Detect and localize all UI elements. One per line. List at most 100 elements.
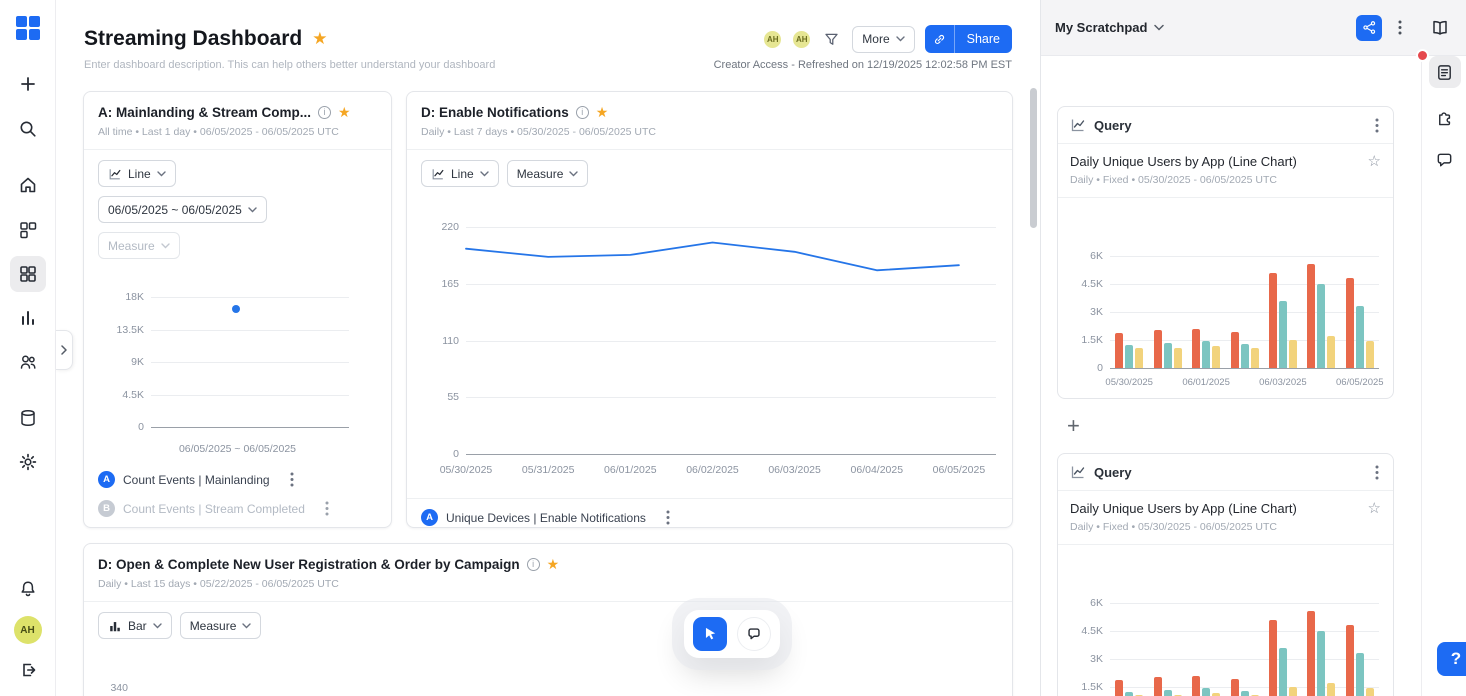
create-button[interactable]	[10, 66, 46, 102]
scratchpad-header: My Scratchpad	[1041, 0, 1466, 56]
kebab-menu-icon[interactable]	[1396, 18, 1404, 37]
y-tick-label: 4.5K	[122, 388, 144, 401]
measure-select[interactable]: Measure	[506, 160, 589, 187]
gridline	[151, 362, 349, 363]
bar-series-1	[1230, 331, 1239, 368]
card-title: A: Mainlanding & Stream Comp...	[98, 105, 312, 120]
gridline	[151, 329, 349, 331]
integrations-button[interactable]	[1429, 100, 1461, 132]
query-title[interactable]: Daily Unique Users by App (Line Chart)	[1070, 501, 1360, 517]
favorite-star-icon[interactable]: ★	[596, 104, 609, 121]
chevron-down-icon	[248, 206, 257, 212]
home-icon	[20, 177, 35, 193]
share-button[interactable]: Share	[954, 25, 1012, 53]
bar-series-1	[1192, 328, 1201, 368]
favorite-star-icon[interactable]: ★	[338, 104, 351, 121]
bar-series-1	[1345, 278, 1354, 368]
legend-item[interactable]: B Count Events | Stream Completed	[84, 494, 391, 523]
legend-item[interactable]: A Unique Devices | Enable Notifications	[407, 503, 1012, 532]
user-avatar[interactable]: AH	[13, 616, 42, 644]
search-button[interactable]	[10, 111, 46, 147]
scratchpad-body: Query Daily Unique Users by App (Line Ch…	[1041, 56, 1421, 696]
viewer-avatar[interactable]: AH	[763, 29, 783, 49]
sidebar-item-dashboards[interactable]	[9, 256, 46, 292]
kebab-menu-icon[interactable]	[1373, 463, 1381, 482]
chat-button[interactable]	[1429, 144, 1461, 176]
copy-link-button[interactable]	[924, 25, 955, 53]
info-icon[interactable]: i	[318, 106, 332, 119]
sidebar-item-home[interactable]	[10, 167, 46, 203]
sidebar-item-metrics[interactable]	[10, 300, 46, 336]
chart-type-select[interactable]: Bar	[98, 612, 172, 639]
docs-button[interactable]	[1428, 16, 1452, 40]
star-outline-icon[interactable]: ☆	[1368, 154, 1381, 170]
query-header-label: Query	[1094, 117, 1132, 133]
chevron-down-icon[interactable]	[1154, 24, 1165, 31]
blocks-icon	[19, 222, 36, 239]
query-chart-icon	[1071, 466, 1085, 479]
info-icon[interactable]: i	[526, 558, 540, 571]
grouped-bar-chart: 6K4.5K3K1.5K005/30/202506/01/202506/03/2…	[1058, 198, 1393, 398]
sidebar-item-audiences[interactable]	[10, 344, 46, 380]
query-card: Query Daily Unique Users by App (Line Ch…	[1057, 453, 1394, 696]
bar-series-3	[1288, 687, 1297, 696]
bar-series-1	[1268, 619, 1277, 696]
access-refresh-text: Creator Access - Refreshed on 12/19/2025…	[713, 59, 1012, 71]
bar-series-2	[1317, 284, 1326, 368]
favorite-star-icon[interactable]: ★	[312, 29, 327, 49]
help-button[interactable]: ?	[1437, 642, 1466, 676]
date-range-select[interactable]: 06/05/2025 ~ 06/05/2025	[98, 196, 267, 223]
comment-mode-button[interactable]	[737, 617, 771, 651]
line-chart: 220 165 110 55 0 05/30/2025 05/31/2025 06/01/20…	[421, 215, 996, 483]
notifications-button[interactable]	[10, 571, 46, 607]
comment-bubble-icon	[748, 628, 760, 640]
kebab-menu-icon[interactable]	[1373, 116, 1381, 135]
logout-button[interactable]	[10, 652, 46, 688]
grouped-bar-chart: 6K4.5K3K1.5K005/30/202506/01/202506/03/2…	[1058, 545, 1393, 696]
measure-select[interactable]: Measure	[98, 232, 180, 259]
chevron-down-icon	[156, 170, 166, 176]
cursor-tools-overlay	[684, 610, 780, 658]
book-icon	[1433, 20, 1447, 35]
vertical-scrollbar[interactable]	[1030, 88, 1037, 228]
info-icon[interactable]: i	[575, 106, 589, 119]
sidebar-item-products[interactable]	[10, 212, 46, 248]
kebab-menu-icon[interactable]	[664, 508, 672, 527]
bar-series-2	[1202, 340, 1211, 368]
share-network-icon	[1362, 21, 1375, 34]
gear-icon	[19, 453, 36, 471]
measure-select[interactable]: Measure	[179, 612, 262, 639]
more-button[interactable]: More	[852, 25, 915, 53]
favorite-star-icon[interactable]: ★	[547, 556, 560, 573]
chart-type-select[interactable]: Line	[421, 160, 499, 187]
y-tick-label: 3K	[1090, 306, 1103, 318]
scratchpad-title[interactable]: My Scratchpad	[1055, 20, 1147, 35]
sidebar-item-data[interactable]	[10, 400, 46, 436]
kebab-menu-icon[interactable]	[323, 499, 331, 518]
filter-button[interactable]	[821, 29, 842, 50]
gridline	[151, 394, 349, 396]
chart-card-campaign: D: Open & Complete New User Registration…	[83, 543, 1013, 696]
y-tick-label: 6K	[1090, 597, 1103, 609]
bar-series-1	[1307, 263, 1316, 368]
legend-item[interactable]: A Count Events | Mainlanding	[84, 465, 391, 494]
logout-icon	[22, 663, 35, 677]
sidebar-item-settings[interactable]	[10, 444, 46, 480]
chart-legend: A Unique Devices | Enable Notifications	[407, 498, 1012, 532]
notes-button[interactable]	[1428, 56, 1461, 88]
cursor-mode-button[interactable]	[693, 617, 727, 651]
bar-series-3	[1327, 683, 1336, 696]
bar-chart-icon	[110, 621, 120, 631]
database-icon	[20, 409, 35, 427]
dashboard-description[interactable]: Enter dashboard description. This can he…	[84, 59, 495, 71]
query-title[interactable]: Daily Unique Users by App (Line Chart)	[1070, 154, 1360, 170]
add-query-button[interactable]: +	[1067, 415, 1080, 437]
star-outline-icon[interactable]: ☆	[1368, 501, 1381, 517]
sidebar-expand-handle[interactable]	[56, 330, 73, 370]
share-scratchpad-button[interactable]	[1356, 14, 1382, 41]
viewer-avatar[interactable]: AH	[792, 29, 812, 49]
kebab-menu-icon[interactable]	[288, 470, 296, 489]
chart-type-select[interactable]: Line	[98, 160, 176, 187]
line-chart-icon	[432, 168, 444, 179]
app-logo[interactable]	[15, 10, 41, 46]
